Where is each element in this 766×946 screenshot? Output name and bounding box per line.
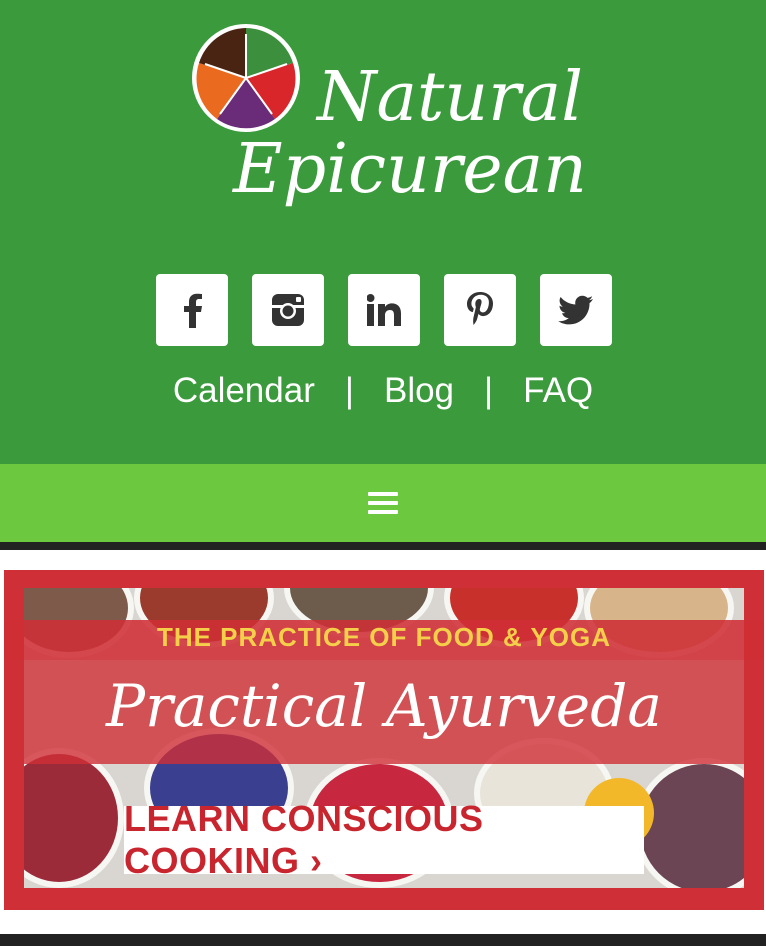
linkedin-button[interactable] [348, 274, 420, 346]
linkedin-icon [367, 294, 401, 326]
pinterest-button[interactable] [444, 274, 516, 346]
site-name-line1: Natural [317, 58, 583, 137]
mobile-menu-bar [0, 464, 766, 542]
banner-title: Practical Ayurveda [106, 672, 662, 740]
hamburger-menu-icon[interactable] [368, 492, 398, 514]
site-header: Natural Epicurean Calendar | Blog | FAQ [0, 0, 766, 464]
site-logo[interactable]: Natural Epicurean [190, 22, 590, 232]
instagram-button[interactable] [252, 274, 324, 346]
blog-link[interactable]: Blog [384, 371, 454, 411]
social-links [156, 274, 612, 346]
twitter-icon [558, 295, 593, 325]
twitter-button[interactable] [540, 274, 612, 346]
site-name: Natural Epicurean [230, 62, 590, 206]
divider [0, 542, 766, 550]
banner-tagline: THE PRACTICE OF FOOD & YOGA [156, 622, 612, 652]
separator: | [344, 371, 354, 410]
facebook-icon [184, 293, 202, 328]
separator: | [484, 371, 494, 410]
calendar-link[interactable]: Calendar [173, 371, 315, 411]
pinterest-icon [467, 292, 493, 325]
divider [0, 934, 766, 946]
facebook-button[interactable] [156, 274, 228, 346]
site-name-line2: Epicurean [233, 130, 587, 209]
faq-link[interactable]: FAQ [523, 371, 593, 411]
learn-conscious-cooking-button[interactable]: LEARN CONSCIOUS COOKING › [124, 798, 644, 881]
top-links: Calendar | Blog | FAQ [0, 366, 766, 416]
practical-ayurveda-banner[interactable]: THE PRACTICE OF FOOD & YOGA Practical Ay… [4, 570, 764, 910]
instagram-icon [272, 294, 304, 326]
